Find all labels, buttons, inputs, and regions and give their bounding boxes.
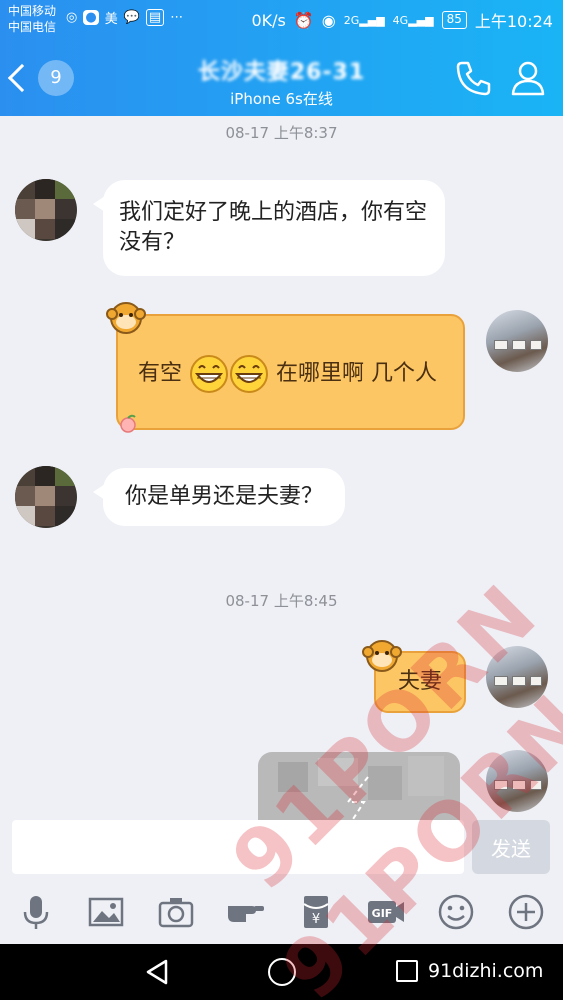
peach-icon [120,414,136,433]
signal-4g-label: 4G [392,13,409,27]
meituan-label: 美 [104,12,118,27]
phone-call-icon[interactable] [453,58,493,98]
image-message[interactable] [258,752,460,820]
send-button[interactable]: 发送 [472,820,550,874]
my-avatar[interactable] [486,646,548,708]
carrier-info: 中国移动 中国电信 [8,3,56,35]
monkey-bubble-decoration-icon [362,640,402,672]
monkey-bubble-decoration-icon [106,302,146,334]
timestamp: 08-17 上午8:45 [225,592,338,610]
message-bubble-sent[interactable]: 有空 在哪里啊 几个人 [116,314,465,430]
title-area[interactable]: 长沙夫妻26-31 iPhone 6s在线 [150,54,413,109]
online-status: iPhone 6s在线 [230,90,333,108]
clock: 上午10:24 [474,12,553,31]
qq-icon: ● [83,10,99,25]
message-text-after: 在哪里啊 几个人 [276,361,438,386]
gif-icon[interactable]: GIF [366,892,406,932]
notification-icons: ◎ ● 美 💬 ▤ ⋯ [66,8,183,27]
chat-toolbar: ¥ GIF [0,878,563,944]
message-text-before: 有空 [138,361,183,386]
carrier-2: 中国电信 [8,20,57,34]
status-bar: 中国移动 中国电信 ◎ ● 美 💬 ▤ ⋯ 0K/s ⏰ ◉ 2G▂▄▆ 4G▂… [0,0,563,38]
carrier-1: 中国移动 [8,4,57,18]
message-input[interactable] [12,820,464,874]
input-bar: 发送 [0,820,563,878]
message-bubble-received[interactable]: 我们定好了晚上的酒店，你有空没有？ [93,180,445,276]
image-placeholder-icon [345,776,369,820]
microphone-icon[interactable] [16,892,56,932]
signal-4g: 4G▂▄▆ [392,13,434,27]
image-icon[interactable] [86,892,126,932]
message-bubble-received[interactable]: 你是单男还是夫妻？ [92,468,346,526]
chevron-left-icon [7,63,37,93]
more-icon: ⋯ [170,10,184,25]
unread-badge: 9 [38,60,74,96]
timestamp: 08-17 上午8:37 [225,124,338,142]
nav-back-icon[interactable] [144,958,170,986]
nav-home-icon[interactable] [268,958,296,986]
poke-hand-icon[interactable] [226,892,266,932]
emoji-icon[interactable] [436,892,476,932]
status-right: 0K/s ⏰ ◉ 2G▂▄▆ 4G▂▄▆ 85 上午10:24 [251,8,553,32]
my-avatar[interactable] [486,750,548,812]
back-button[interactable]: 9 [7,60,74,96]
message-list[interactable]: 08-17 上午8:37 我们定好了晚上的酒店，你有空没有？ 有空 在哪里啊 几… [0,116,563,820]
plus-icon[interactable] [506,892,546,932]
net-speed: 0K/s [251,10,286,30]
camera-icon[interactable] [156,892,196,932]
message-icon: 💬 [123,10,140,25]
site-watermark-label: 91dizhi.com [428,960,544,982]
contact-name: 长沙夫妻26-31 [197,60,366,85]
contact-avatar[interactable] [15,466,77,528]
signal-2g: 2G▂▄▆ [343,13,385,27]
wifi-hotspot-icon: ◎ [66,10,78,25]
svg-text:GIF: GIF [372,907,393,920]
signal-2g-label: 2G [343,13,360,27]
contact-avatar[interactable] [15,179,77,241]
profile-icon[interactable] [508,58,548,98]
nav-recent-icon[interactable] [396,960,418,982]
eye-icon: ◉ [321,10,336,30]
system-nav-bar: 91dizhi.com [0,944,563,1000]
app-icon: ▤ [145,9,165,26]
red-packet-icon[interactable]: ¥ [296,892,336,932]
laughing-emoji-icon [230,355,269,393]
my-avatar[interactable] [486,310,548,372]
svg-text:¥: ¥ [312,912,320,927]
laughing-emoji-icon [190,355,229,393]
chat-header: 9 长沙夫妻26-31 iPhone 6s在线 [0,38,563,116]
battery-icon: 85 [441,11,467,29]
alarm-icon: ⏰ [293,10,314,30]
